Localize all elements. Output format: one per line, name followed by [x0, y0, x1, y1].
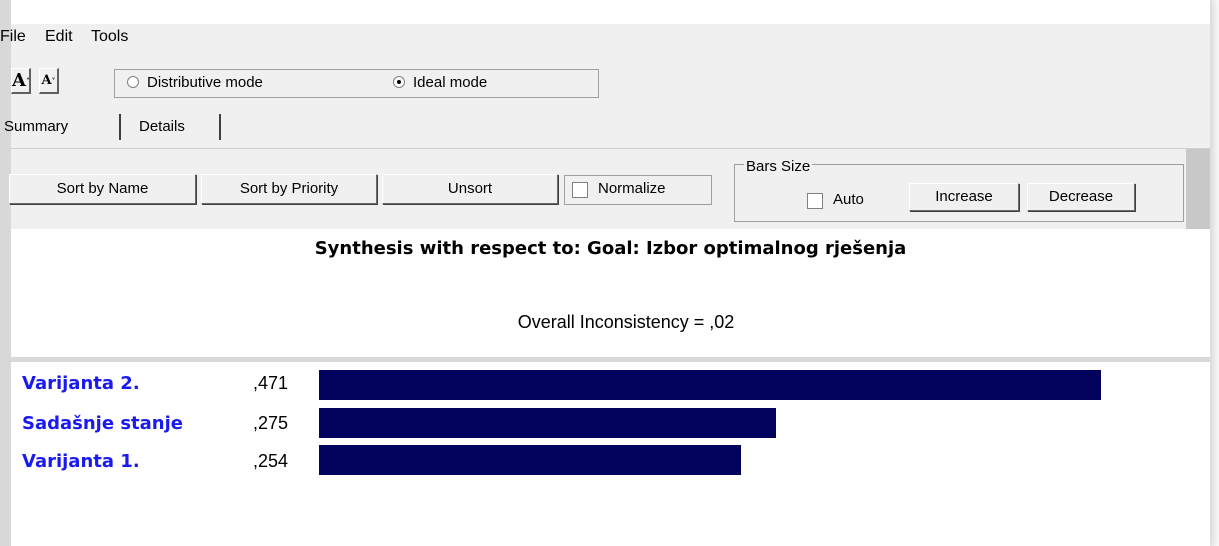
- alternative-name: Varijanta 2.: [22, 373, 140, 394]
- mode-selector: Distributive mode Ideal mode: [114, 69, 599, 98]
- tab-summary[interactable]: Summary: [4, 118, 68, 135]
- toolbar: A˄ A˅ Distributive mode Ideal mode: [11, 52, 1210, 104]
- alternative-value: ,275: [253, 413, 289, 433]
- app-window: File Edit Tools A˄ A˅ Distributive mode …: [0, 0, 1210, 546]
- increase-button[interactable]: Increase: [909, 183, 1019, 211]
- menu-edit[interactable]: Edit: [45, 28, 73, 46]
- sort-by-priority-button[interactable]: Sort by Priority: [201, 174, 377, 204]
- menu-tools[interactable]: Tools: [91, 28, 128, 46]
- distributive-mode-radio[interactable]: [127, 76, 139, 88]
- priority-bar: [319, 370, 1101, 400]
- overall-inconsistency: Overall Inconsistency = ,02: [517, 312, 735, 332]
- bars-size-title: Bars Size: [744, 158, 813, 175]
- decrease-button[interactable]: Decrease: [1027, 183, 1135, 211]
- distributive-mode-label[interactable]: Distributive mode: [147, 74, 263, 91]
- sort-by-name-button[interactable]: Sort by Name: [9, 174, 196, 204]
- app-content: File Edit Tools A˄ A˅ Distributive mode …: [0, 0, 1210, 546]
- tab-bar: Summary Details: [4, 104, 1210, 148]
- alternative-value: ,471: [253, 373, 289, 393]
- priority-bar: [319, 408, 776, 438]
- priority-bar: [319, 445, 741, 475]
- font-smaller-icon: A: [41, 73, 52, 88]
- menu-bar: File Edit Tools: [0, 24, 1210, 52]
- tab-details[interactable]: Details: [139, 118, 185, 135]
- synthesis-title: Synthesis with respect to: Goal: Izbor o…: [314, 238, 907, 259]
- font-larger-icon: A: [12, 70, 26, 91]
- auto-label[interactable]: Auto: [833, 191, 864, 208]
- alternative-value: ,254: [253, 451, 289, 471]
- normalize-group: Normalize: [564, 175, 712, 205]
- alternative-name: Sadašnje stanje: [22, 413, 183, 434]
- normalize-checkbox[interactable]: [572, 182, 588, 198]
- normalize-label[interactable]: Normalize: [598, 180, 666, 197]
- controls-panel: Sort by Name Sort by Priority Unsort Nor…: [9, 148, 1210, 229]
- auto-checkbox[interactable]: [807, 193, 823, 209]
- panel-right-area: [1186, 149, 1210, 229]
- results-divider: [11, 357, 1210, 362]
- decrease-font-button[interactable]: A˅: [39, 68, 59, 94]
- tab-separator: [219, 114, 221, 140]
- alternative-name: Varijanta 1.: [22, 451, 140, 472]
- menu-file[interactable]: File: [0, 28, 26, 46]
- ideal-mode-label[interactable]: Ideal mode: [413, 74, 487, 91]
- tab-separator: [119, 114, 121, 140]
- ideal-mode-radio[interactable]: [393, 76, 405, 88]
- unsort-button[interactable]: Unsort: [382, 174, 558, 204]
- increase-font-button[interactable]: A˄: [11, 68, 31, 94]
